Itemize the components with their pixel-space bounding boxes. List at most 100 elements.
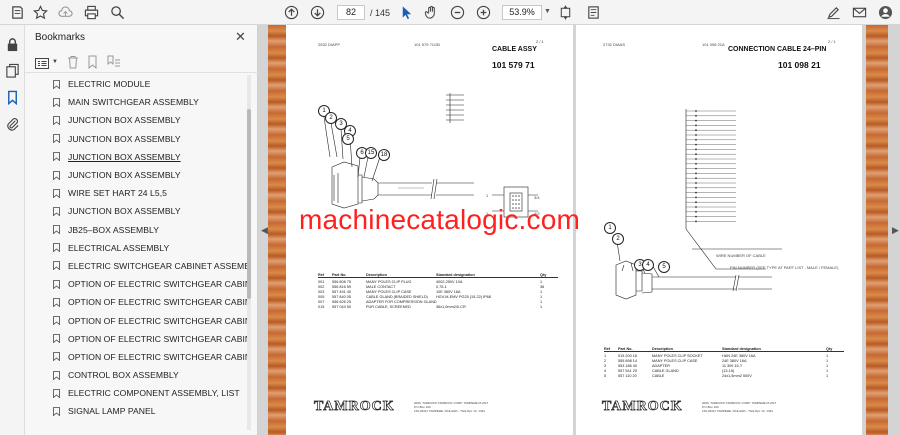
bookmark-item[interactable]: JUNCTION BOX ASSEMBLY xyxy=(25,111,247,129)
pin-dot xyxy=(695,114,697,117)
bookmark-icon xyxy=(53,188,60,198)
new-bookmark-icon[interactable] xyxy=(87,55,99,70)
callout-balloon: 1 xyxy=(604,222,616,234)
bookmark-item[interactable]: JUNCTION BOX ASSEMBLY xyxy=(25,202,247,220)
chevron-down-icon[interactable]: ▼ xyxy=(544,8,551,15)
bookmarks-scrollbar-thumb[interactable] xyxy=(247,109,251,299)
tamrock-logo: TAMROCK xyxy=(314,399,395,415)
right-page: 2732 DIAAS 101 098 21A 2 / 1 CONNECTION … xyxy=(576,25,862,435)
pin-note: PIN NUMBER (SEE TYPE AT PART LIST , MALE… xyxy=(730,265,839,270)
print-icon[interactable] xyxy=(82,3,101,22)
options-menu-icon[interactable] xyxy=(35,56,49,69)
pin-dot xyxy=(695,134,697,136)
chevron-down-icon[interactable]: ▼ xyxy=(52,59,58,65)
table-cell: Part No. xyxy=(332,273,347,277)
bookmarks-list: ELECTRIC MODULE MAIN SWITCHGEAR ASSEMBLY J… xyxy=(25,75,247,435)
pages-thumbnail-icon[interactable] xyxy=(5,63,20,78)
bookmark-star-icon[interactable] xyxy=(31,3,50,22)
zoom-in-icon[interactable] xyxy=(474,3,493,22)
bookmark-item[interactable]: OPTION OF ELECTRIC SWITCHGEAR CABINET xyxy=(25,348,247,366)
bookmark-icon xyxy=(53,152,60,162)
fit-page-icon[interactable] xyxy=(556,3,575,22)
chevron-left-icon[interactable]: ◀ xyxy=(261,225,268,236)
attachment-icon[interactable] xyxy=(5,117,20,132)
table-cell: Standard designation xyxy=(722,347,761,351)
bookmark-item[interactable]: MAIN SWITCHGEAR ASSEMBLY xyxy=(25,93,247,111)
sign-pen-icon[interactable] xyxy=(824,3,843,22)
bookmark-item[interactable]: JUNCTION BOX ASSEMBLY xyxy=(25,148,247,166)
bookmark-icon xyxy=(53,352,60,362)
bookmark-item[interactable]: CONTROL BOX ASSEMBLY xyxy=(25,366,247,384)
callout-balloon: 18 xyxy=(378,149,390,161)
chevron-right-icon[interactable]: ▶ xyxy=(892,225,899,236)
email-icon[interactable] xyxy=(850,3,869,22)
hand-tool-icon[interactable] xyxy=(422,3,441,22)
table-cell: 557 110 20 xyxy=(618,374,637,378)
bookmark-item[interactable]: ELECTRIC SWITCHGEAR CABINET ASSEMBLY xyxy=(25,257,247,275)
tamrock-logo: TAMROCK xyxy=(602,399,683,415)
table-cell: 24x1,5mm2 500V xyxy=(722,374,752,378)
scroll-mode-icon[interactable] xyxy=(584,3,603,22)
bookmark-icon xyxy=(53,116,60,125)
bookmark-item[interactable]: OPTION OF ELECTRIC SWITCHGEAR CABINET xyxy=(25,330,247,348)
previous-page-icon[interactable] xyxy=(282,3,301,22)
home-icon[interactable] xyxy=(8,3,27,22)
bookmark-icon xyxy=(53,279,60,289)
table-header: Ref Part No. Description Standard designati… xyxy=(604,347,844,352)
close-icon[interactable]: ✕ xyxy=(235,29,246,45)
table-cell: Qty xyxy=(826,347,833,351)
account-icon[interactable] xyxy=(876,3,895,22)
bookmark-label: OPTION OF ELECTRIC SWITCHGEAR CABINET xyxy=(68,351,247,362)
pin-dot xyxy=(695,110,697,112)
bookmark-item[interactable]: ELECTRIC MODULE xyxy=(25,75,247,93)
bookmark-item[interactable]: ELECTRIC COMPONENT ASSEMBLY, LIST xyxy=(25,384,247,402)
bookmark-label: JUNCTION BOX ASSEMBLY xyxy=(68,206,181,217)
lock-icon[interactable] xyxy=(5,37,20,52)
next-page-icon[interactable] xyxy=(308,3,327,22)
pin-dot xyxy=(695,177,697,180)
bookmark-item[interactable]: OPTION OF ELECTRIC SWITCHGEAR CABINET xyxy=(25,311,247,329)
bookmark-label: JUNCTION BOX ASSEMBLY xyxy=(68,133,181,144)
bookmark-item[interactable]: JB25–BOX ASSEMBLY xyxy=(25,221,247,239)
bookmark-item[interactable]: WIRE SET HART 24 L5,5 xyxy=(25,184,247,202)
document-viewer[interactable]: ◀ ▶ 2532 DIAPP 101 579 71GB 2 / 1 CABLE … xyxy=(258,25,900,435)
upload-cloud-icon[interactable] xyxy=(56,3,75,22)
parts-table: Ref Part No. Description Standard designati… xyxy=(604,347,844,379)
bookmark-label: OPTION OF ELECTRIC SWITCHGEAR CABINET xyxy=(68,279,247,290)
bookmark-item[interactable]: JUNCTION BOX ASSEMBLY xyxy=(25,166,247,184)
table-row: 5 557 110 20 CABLE 24x1,5mm2 500V 1 xyxy=(604,374,844,379)
bookmark-icon xyxy=(53,134,60,144)
table-cell: Standard designation xyxy=(436,273,475,277)
callout-balloon: 15 xyxy=(365,147,377,159)
bookmark-label: OPTION OF ELECTRIC SWITCHGEAR CABINET xyxy=(68,333,247,344)
pin-dot xyxy=(695,196,697,199)
table-cell: Description xyxy=(366,273,387,277)
bookmark-item[interactable]: OPTION OF ELECTRIC SWITCHGEAR CABINET xyxy=(25,275,247,293)
zoom-level-field[interactable]: 53.9% xyxy=(502,5,542,20)
bookmark-label: OPTION OF ELECTRIC SWITCHGEAR CABINET xyxy=(68,315,247,326)
pin-label: 1 xyxy=(486,193,489,198)
page-edge-strip xyxy=(866,25,888,435)
expand-bookmark-icon[interactable] xyxy=(107,55,121,69)
table-cell: 015 xyxy=(318,305,325,309)
delete-icon[interactable] xyxy=(67,55,79,69)
table-header: Ref Part No. Description Standard designati… xyxy=(318,273,558,278)
bookmarks-toolbar: ▼ xyxy=(25,51,258,73)
toolbar: 82 / 145 53.9% ▼ xyxy=(0,0,900,25)
publisher-address: 2000, TAMROCK TAMROCK CORP. TAMPERE PLAN… xyxy=(702,401,777,413)
bookmark-item[interactable]: SIGNAL LAMP PANEL xyxy=(25,402,247,420)
pin-dot xyxy=(695,172,697,175)
table-cell: Ref xyxy=(604,347,611,351)
search-zoom-icon[interactable] xyxy=(108,3,127,22)
table-cell: 5 xyxy=(604,374,607,378)
zoom-out-icon[interactable] xyxy=(448,3,467,22)
bookmark-item[interactable]: JUNCTION BOX ASSEMBLY xyxy=(25,130,247,148)
page-number-input[interactable]: 82 xyxy=(337,5,365,20)
pin-dot xyxy=(695,138,697,141)
cable-drawing xyxy=(323,93,538,218)
bookmark-item[interactable]: ELECTRICAL ASSEMBLY xyxy=(25,239,247,257)
bookmark-item[interactable]: OPTION OF ELECTRIC SWITCHGEAR CABINET xyxy=(25,293,247,311)
select-cursor-icon[interactable] xyxy=(397,3,416,22)
bookmarks-icon[interactable] xyxy=(5,90,20,106)
bookmark-icon xyxy=(53,207,60,216)
